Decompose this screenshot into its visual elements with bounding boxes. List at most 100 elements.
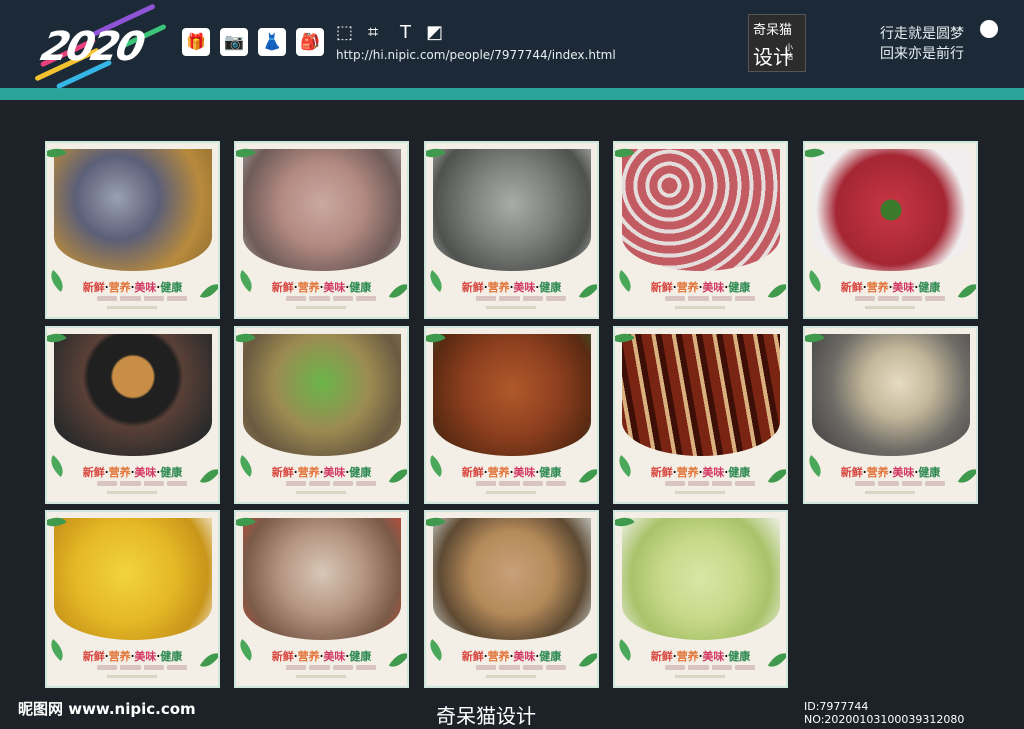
menu-card-steamed-fish[interactable]: 新鲜·营养·美味·健康	[424, 510, 599, 688]
slogan-word: 营养	[676, 281, 699, 294]
slogan-word: 健康	[539, 466, 562, 479]
menu-card-pigeon-soup[interactable]: 新鲜·营养·美味·健康	[45, 141, 220, 319]
card-tags	[665, 665, 755, 670]
watermark-left: 昵图网 www.nipic.com	[18, 700, 196, 718]
card-fine-print	[865, 491, 915, 494]
backpack-icon[interactable]: 🎒	[296, 28, 324, 56]
slogan-word: 营养	[108, 466, 131, 479]
slogan-word: 新鲜	[461, 466, 484, 479]
card-slogan: 新鲜·营养·美味·健康	[236, 279, 407, 295]
card-slogan: 新鲜·营养·美味·健康	[47, 279, 218, 295]
slogan-word: 营养	[108, 650, 131, 663]
brand-line1: 奇呆猫	[753, 23, 793, 38]
slogan-word: 新鲜	[271, 281, 294, 294]
menu-card-lamb-stew[interactable]: 新鲜·营养·美味·健康	[234, 510, 409, 688]
slogan-word: 健康	[918, 466, 941, 479]
slogan-word: 新鲜	[82, 650, 105, 663]
slogan-word: 健康	[539, 650, 562, 663]
card-fine-print	[486, 306, 536, 309]
slogan-word: 健康	[160, 281, 183, 294]
selection-icon[interactable]: ⬚	[336, 22, 353, 43]
menu-card-hotpot[interactable]: 新鲜·营养·美味·健康	[45, 326, 220, 504]
slogan-word: 健康	[728, 281, 751, 294]
slogan-word: 营养	[297, 281, 320, 294]
logo-text: 2020	[37, 24, 147, 70]
card-fine-print	[296, 306, 346, 309]
slogan-word: 健康	[160, 650, 183, 663]
food-photo-4	[622, 149, 780, 271]
menu-card-meatballs[interactable]: 新鲜·营养·美味·健康	[613, 141, 788, 319]
slogan-word: 健康	[349, 281, 372, 294]
text-icon[interactable]: T	[400, 22, 411, 43]
food-photo-14	[622, 518, 780, 640]
menu-card-tripe-soup[interactable]: 新鲜·营养·美味·健康	[424, 141, 599, 319]
slogan-word: 营养	[866, 281, 889, 294]
gift-icon[interactable]: 🎁	[182, 28, 210, 56]
slogan-line2: 回来亦是前行	[880, 46, 964, 62]
camera-icon[interactable]: 📷	[220, 28, 248, 56]
slogan-word: 营养	[866, 466, 889, 479]
menu-card-spicy-liver[interactable]: 新鲜·营养·美味·健康	[424, 326, 599, 504]
slogan-word: 美味	[702, 281, 725, 294]
dress-icon[interactable]: 👗	[258, 28, 286, 56]
card-tags	[286, 296, 376, 301]
slogan-word: 营养	[487, 281, 510, 294]
slogan-word: 新鲜	[82, 281, 105, 294]
slogan-word: 新鲜	[271, 650, 294, 663]
watermark-right: ID:7977744 NO:20200103100039312080	[804, 700, 965, 726]
card-tags	[476, 296, 566, 301]
slogan-word: 健康	[728, 650, 751, 663]
header-slogan: 行走就是圆梦 回来亦是前行	[880, 24, 964, 64]
card-tags	[286, 481, 376, 486]
food-photo-7	[243, 334, 401, 456]
profile-url[interactable]: http://hi.nipic.com/people/7977744/index…	[336, 48, 616, 62]
menu-card-chicken-soup[interactable]: 新鲜·营养·美味·健康	[803, 326, 978, 504]
card-fine-print	[486, 491, 536, 494]
toggle-circle[interactable]	[980, 20, 998, 38]
card-fine-print	[107, 491, 157, 494]
card-tags	[97, 296, 187, 301]
slogan-word: 美味	[323, 466, 346, 479]
slogan-word: 新鲜	[650, 650, 673, 663]
crop-icon[interactable]: ⌗	[368, 22, 378, 43]
slogan-word: 美味	[323, 281, 346, 294]
card-tags	[476, 665, 566, 670]
slogan-line1: 行走就是圆梦	[880, 26, 964, 42]
food-photo-9	[622, 334, 780, 456]
card-tags	[286, 665, 376, 670]
card-slogan: 新鲜·营养·美味·健康	[805, 279, 976, 295]
logo-2020: 2020	[28, 3, 178, 90]
fill-icon[interactable]: ◩	[426, 22, 443, 43]
menu-card-fried-rice[interactable]: 新鲜·营养·美味·健康	[613, 510, 788, 688]
slogan-word: 新鲜	[461, 281, 484, 294]
food-photo-8	[433, 334, 591, 456]
food-photo-11	[54, 518, 212, 640]
card-fine-print	[296, 491, 346, 494]
menu-card-braised-pork[interactable]: 新鲜·营养·美味·健康	[613, 326, 788, 504]
card-slogan: 新鲜·营养·美味·健康	[805, 464, 976, 480]
card-tags	[476, 481, 566, 486]
card-fine-print	[107, 306, 157, 309]
card-tags	[97, 665, 187, 670]
card-fine-print	[107, 675, 157, 678]
menu-card-pork-trotter-pot[interactable]: 新鲜·营养·美味·健康	[234, 141, 409, 319]
card-slogan: 新鲜·营养·美味·健康	[615, 279, 786, 295]
food-photo-1	[54, 149, 212, 271]
card-fine-print	[865, 306, 915, 309]
card-slogan: 新鲜·营养·美味·健康	[47, 648, 218, 664]
menu-card-beef-slices[interactable]: 新鲜·营养·美味·健康	[803, 141, 978, 319]
menu-card-white-cut-chicken[interactable]: 新鲜·营养·美味·健康	[45, 510, 220, 688]
slogan-word: 美味	[134, 281, 157, 294]
slogan-word: 营养	[297, 466, 320, 479]
slogan-word: 健康	[349, 650, 372, 663]
slogan-word: 营养	[297, 650, 320, 663]
food-photo-10	[812, 334, 970, 456]
card-slogan: 新鲜·营养·美味·健康	[426, 464, 597, 480]
slogan-word: 新鲜	[461, 650, 484, 663]
card-slogan: 新鲜·营养·美味·健康	[236, 648, 407, 664]
menu-card-stir-fry-greens[interactable]: 新鲜·营养·美味·健康	[234, 326, 409, 504]
slogan-word: 美味	[513, 281, 536, 294]
food-photo-2	[243, 149, 401, 271]
slogan-word: 新鲜	[650, 281, 673, 294]
watermark-mid: 奇呆猫设计	[436, 704, 536, 728]
